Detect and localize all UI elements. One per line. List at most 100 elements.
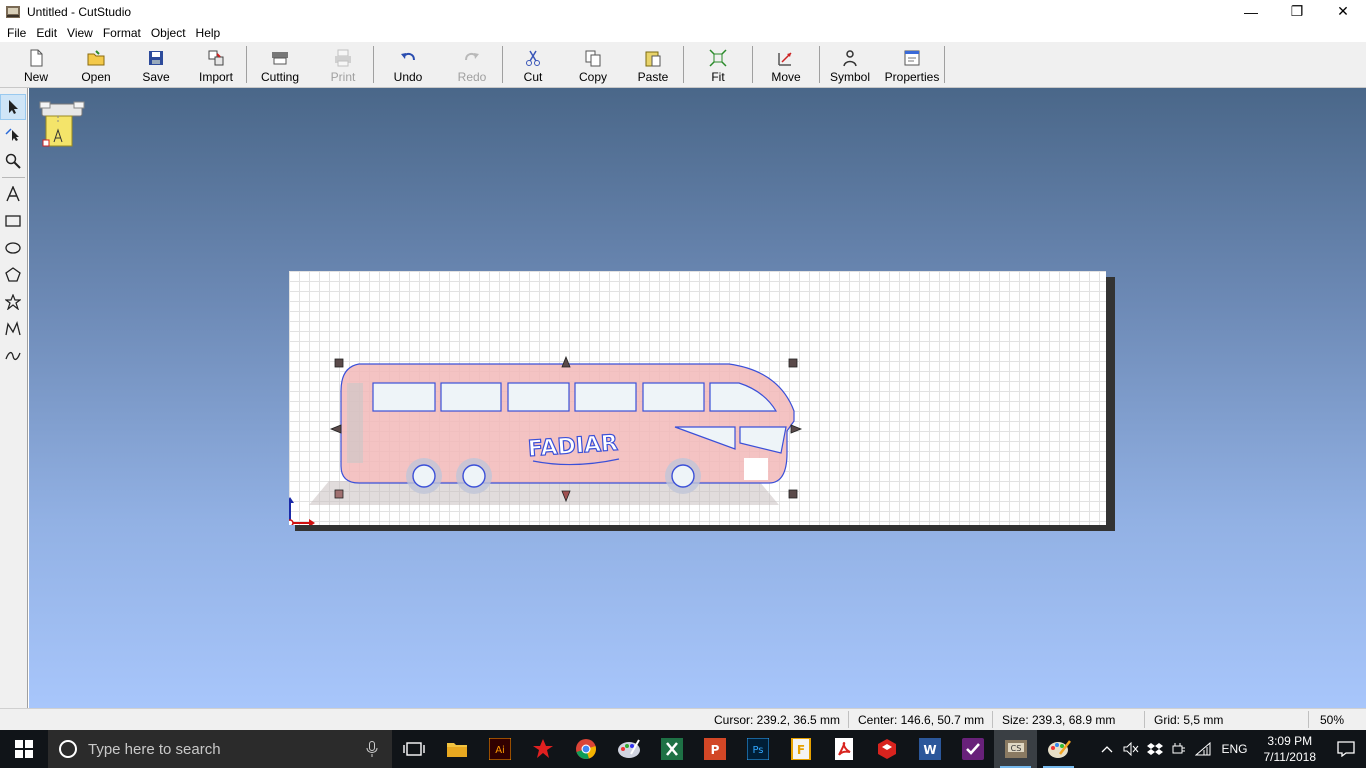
cut-label: Cut (523, 70, 543, 84)
menu-edit[interactable]: Edit (31, 26, 62, 40)
selection-handle-top-left[interactable] (334, 358, 344, 368)
zoom-tool[interactable] (0, 148, 26, 174)
selection-handle-left[interactable] (329, 424, 342, 434)
microphone-icon[interactable] (366, 741, 378, 757)
minimize-button[interactable]: — (1228, 0, 1274, 23)
star-tool[interactable] (0, 289, 26, 315)
menu-file[interactable]: File (2, 26, 31, 40)
status-divider (1144, 711, 1145, 728)
selection-handle-bottom-left[interactable] (334, 489, 344, 499)
curve-icon (5, 351, 21, 361)
taskbar-powerpoint[interactable]: P (693, 730, 736, 768)
node-edit-tool[interactable] (0, 121, 26, 147)
menu-help[interactable]: Help (191, 26, 226, 40)
cutting-sheet[interactable]: FADIAR (289, 271, 1106, 525)
symbol-person-icon (843, 50, 857, 67)
star-icon (5, 294, 21, 310)
bus-artwork[interactable]: FADIAR (289, 271, 1106, 525)
selection-handle-right[interactable] (790, 424, 803, 434)
polyline-tool[interactable] (0, 316, 26, 342)
cutting-button[interactable]: Cutting (247, 42, 313, 87)
taskbar-f-app[interactable]: F (779, 730, 822, 768)
taskbar-file-explorer[interactable] (435, 730, 478, 768)
taskbar-red-app[interactable] (521, 730, 564, 768)
printer-icon (335, 49, 351, 67)
tray-show-hidden-icon[interactable] (1095, 745, 1119, 753)
f-document-icon: F (790, 738, 811, 760)
tray-power[interactable] (1167, 742, 1191, 756)
taskbar-clock[interactable]: 3:09 PM 7/11/2018 (1254, 733, 1327, 765)
acrobat-pdf-icon (834, 738, 853, 760)
plotter-device-icon[interactable] (38, 98, 88, 152)
word-icon: W (918, 738, 941, 760)
move-button[interactable]: Move (753, 42, 819, 87)
restore-button[interactable]: ❐ (1274, 0, 1320, 23)
taskbar-sketchup[interactable] (865, 730, 908, 768)
chevron-up-icon (1102, 746, 1113, 753)
undo-button[interactable]: Undo (374, 42, 442, 87)
taskbar-chrome[interactable] (564, 730, 607, 768)
taskbar-cutstudio[interactable]: CS (994, 730, 1037, 768)
menu-format[interactable]: Format (98, 26, 146, 40)
symbol-label: Symbol (829, 70, 870, 84)
ellipse-tool[interactable] (0, 235, 26, 261)
text-tool[interactable] (0, 181, 26, 207)
action-center-button[interactable] (1326, 741, 1366, 757)
taskbar-acrobat[interactable] (822, 730, 865, 768)
taskbar-paint-brush-app[interactable] (1037, 730, 1080, 768)
new-button[interactable]: New (6, 42, 66, 87)
tray-wifi[interactable] (1191, 742, 1215, 756)
rectangle-tool[interactable] (0, 208, 26, 234)
taskbar-search-box[interactable]: Type here to search (48, 730, 392, 768)
select-tool[interactable] (0, 94, 26, 120)
close-button[interactable]: ✕ (1320, 0, 1366, 23)
status-size: Size: 239.3, 68.9 mm (1002, 713, 1116, 727)
task-view-button[interactable] (392, 730, 435, 768)
save-label: Save (142, 70, 170, 84)
selection-handle-top[interactable] (561, 355, 571, 368)
save-button[interactable]: Save (126, 42, 186, 87)
selection-handle-top-right[interactable] (788, 358, 798, 368)
taskbar-checkbox-app[interactable] (951, 730, 994, 768)
windows-taskbar: Type here to search Ai P Ps F W CS ENG 3… (0, 730, 1366, 768)
menu-view[interactable]: View (62, 26, 98, 40)
tray-dropbox[interactable] (1143, 742, 1167, 756)
redo-button[interactable]: Redo (442, 42, 502, 87)
tray-volume[interactable] (1119, 742, 1143, 756)
menu-object[interactable]: Object (146, 26, 191, 40)
taskbar-word[interactable]: W (908, 730, 951, 768)
fit-button[interactable]: Fit (684, 42, 752, 87)
canvas-workspace[interactable]: FADIAR (29, 88, 1366, 708)
status-grid: Grid: 5,5 mm (1154, 713, 1224, 727)
selection-handle-bottom-right[interactable] (788, 489, 798, 499)
file-explorer-icon (446, 743, 467, 757)
curve-tool[interactable] (0, 343, 26, 369)
symbol-button[interactable]: Symbol (820, 42, 880, 87)
taskbar-illustrator[interactable]: Ai (478, 730, 521, 768)
open-button[interactable]: Open (66, 42, 126, 87)
import-button[interactable]: Import (186, 42, 246, 87)
volume-muted-icon (1123, 742, 1139, 756)
language-indicator[interactable]: ENG (1215, 742, 1253, 756)
status-cursor: Cursor: 239.2, 36.5 mm (714, 713, 841, 727)
clock-time: 3:09 PM (1267, 734, 1313, 748)
paste-button[interactable]: Paste (623, 42, 683, 87)
print-label: Print (330, 70, 356, 84)
properties-button[interactable]: Properties (880, 42, 944, 87)
bus-front-light (744, 458, 768, 480)
paint-brush-icon (1047, 740, 1071, 758)
taskbar-excel[interactable] (650, 730, 693, 768)
red-star-app-icon (532, 739, 553, 758)
cut-button[interactable]: Cut (503, 42, 563, 87)
taskbar-photoshop[interactable]: Ps (736, 730, 779, 768)
origin-y-arrow (289, 497, 294, 503)
plug-icon (1172, 743, 1186, 754)
svg-text:Ai: Ai (495, 745, 505, 756)
polyline-icon (5, 321, 21, 336)
polygon-tool[interactable] (0, 262, 26, 288)
redo-arrow-icon (465, 52, 479, 61)
copy-button[interactable]: Copy (563, 42, 623, 87)
taskbar-paint-app[interactable] (607, 730, 650, 768)
print-button[interactable]: Print (313, 42, 373, 87)
start-button[interactable] (0, 730, 48, 768)
